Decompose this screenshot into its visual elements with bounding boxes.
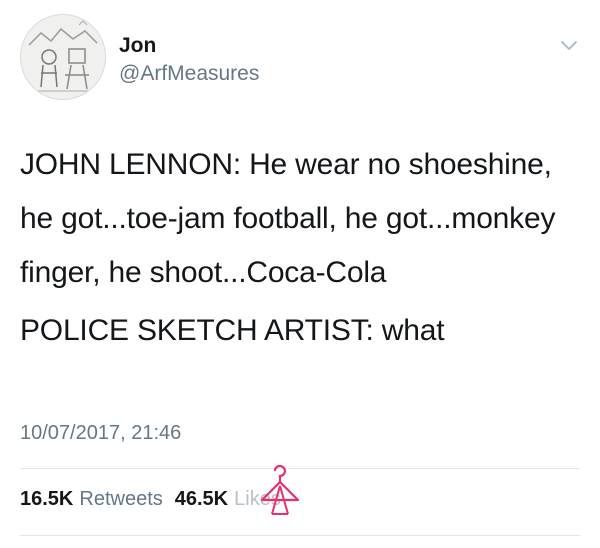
divider xyxy=(20,535,580,536)
tweet-paragraph: JOHN LENNON: He wear no shoeshine, he go… xyxy=(20,148,556,289)
retweets-count: 16.5K xyxy=(20,488,74,510)
avatar[interactable] xyxy=(20,14,106,100)
tweet-timestamp[interactable]: 10/07/2017, 21:46 xyxy=(20,422,181,445)
tweet-text: JOHN LENNON: He wear no shoeshine, he go… xyxy=(20,138,580,358)
tweet-card: Jon @ArfMeasures JOHN LENNON: He wear no… xyxy=(0,0,600,548)
tweet-paragraph: POLICE SKETCH ARTIST: what xyxy=(20,314,445,347)
retweets-stat[interactable]: 16.5K Retweets xyxy=(20,488,163,511)
engagement-stats: 16.5K Retweets 46.5K Likes xyxy=(20,488,281,511)
display-name[interactable]: Jon xyxy=(119,34,156,58)
retweets-label: Retweets xyxy=(79,488,163,510)
hanger-icon xyxy=(260,464,300,515)
user-handle[interactable]: @ArfMeasures xyxy=(119,62,259,86)
chevron-down-icon[interactable] xyxy=(558,34,580,56)
drawing-avatar-icon xyxy=(21,15,105,99)
likes-count: 46.5K xyxy=(174,488,229,510)
